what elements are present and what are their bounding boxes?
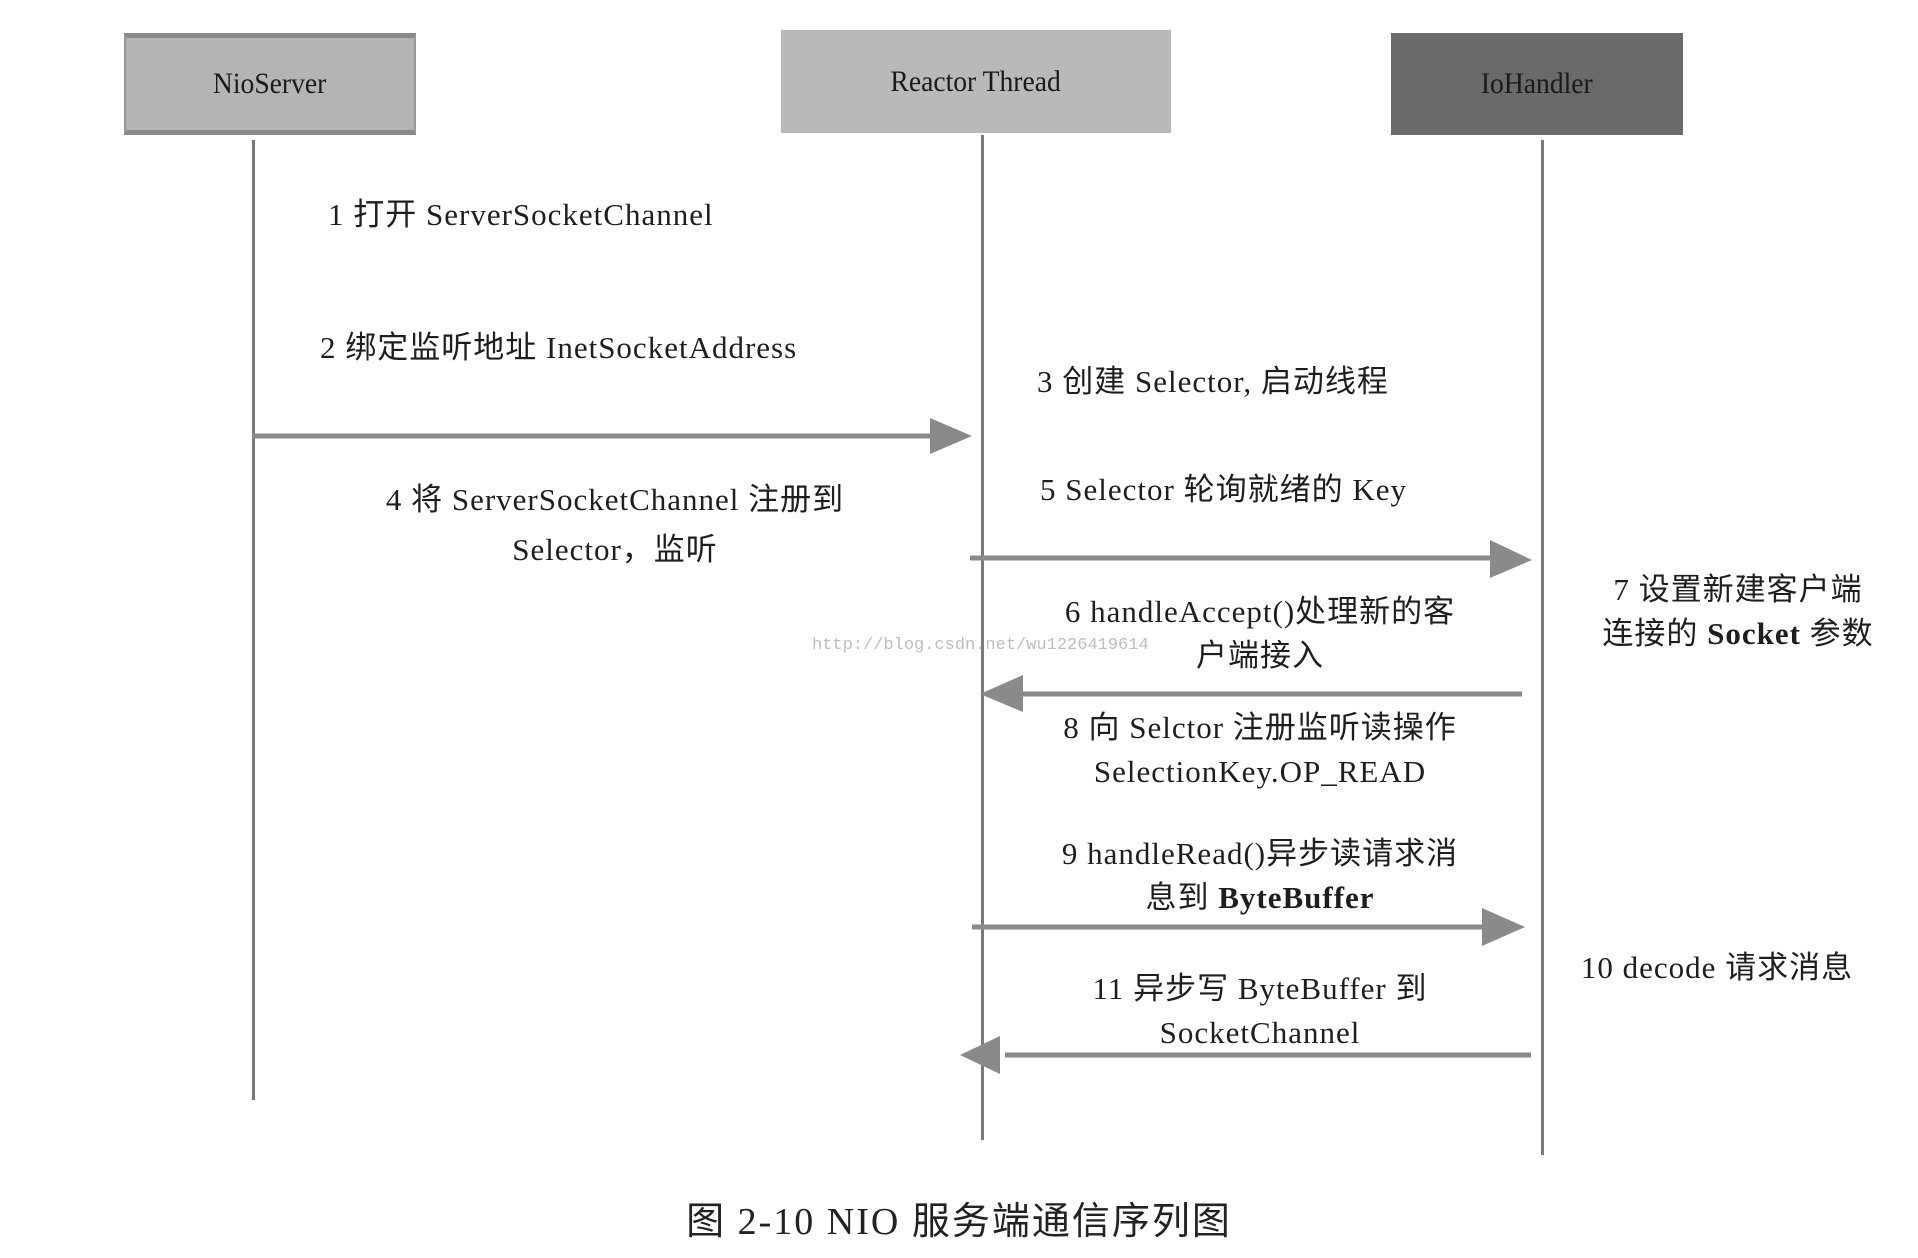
message-6: 6 handleAccept()处理新的客 户端接入	[1020, 590, 1500, 678]
message-6-line1: 6 handleAccept()处理新的客	[1064, 594, 1456, 629]
message-4-line2: Selector，监听	[512, 532, 718, 567]
message-3: 3 创建 Selector, 启动线程	[1037, 364, 1389, 399]
message-7-line1: 7 设置新建客户端	[1613, 572, 1863, 607]
watermark: http://blog.csdn.net/wu1226419614	[812, 636, 1149, 655]
arrow-4-nioserver-to-reactor	[252, 418, 972, 454]
message-10: 10 decode 请求消息	[1580, 950, 1854, 985]
message-4-line1: 4 将 ServerSocketChannel 注册到	[385, 482, 845, 517]
message-9-line1: 9 handleRead()异步读请求消	[1061, 836, 1459, 871]
message-8-line1: 8 向 Selctor 注册监听读操作	[1063, 710, 1457, 745]
message-4: 4 将 ServerSocketChannel 注册到 Selector，监听	[320, 478, 910, 572]
message-1: 1 打开 ServerSocketChannel	[328, 197, 714, 232]
message-8-line2: SelectionKey.OP_READ	[1093, 754, 1427, 789]
arrow-5-reactor-to-iohandler	[970, 540, 1532, 578]
message-9: 9 handleRead()异步读请求消 息到 ByteBuffer	[1020, 832, 1500, 920]
message-8: 8 向 Selctor 注册监听读操作 SelectionKey.OP_READ	[1020, 706, 1500, 794]
message-7-line2: 连接的 Socket 参数	[1602, 616, 1874, 651]
message-11-line1: 11 异步写 ByteBuffer 到	[1092, 971, 1428, 1006]
figure-caption: 图 2-10 NIO 服务端通信序列图	[686, 1201, 1232, 1243]
message-2: 2 绑定监听地址 InetSocketAddress	[320, 330, 798, 365]
message-7: 7 设置新建客户端 连接的 Socket 参数	[1578, 568, 1898, 656]
message-5: 5 Selector 轮询就绪的 Key	[1040, 472, 1407, 507]
message-11: 11 异步写 ByteBuffer 到 SocketChannel	[1020, 967, 1500, 1055]
message-9-line2: 息到 ByteBuffer	[1145, 880, 1375, 915]
message-11-line2: SocketChannel	[1159, 1015, 1361, 1050]
